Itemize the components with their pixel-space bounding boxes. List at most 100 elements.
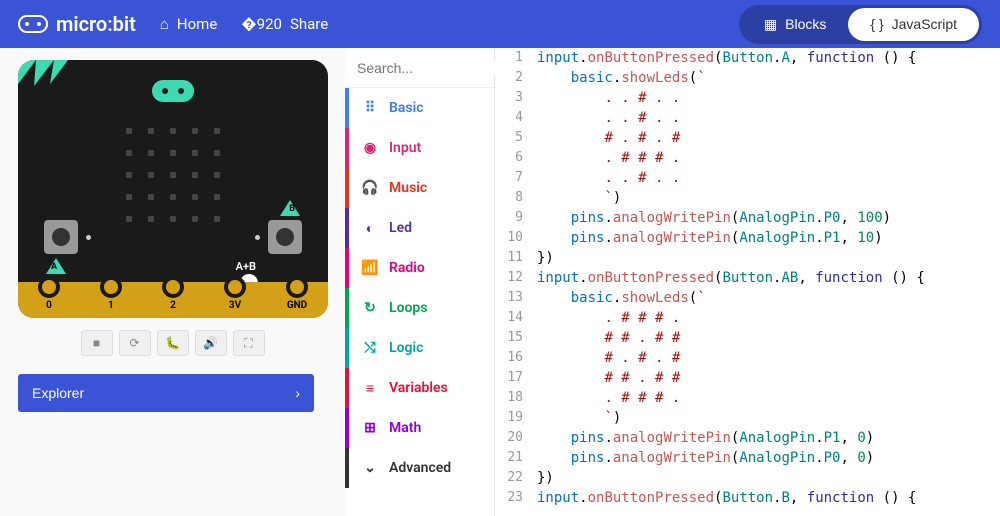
line-number: 20 (495, 428, 531, 448)
explorer-button[interactable]: Explorer › (18, 374, 314, 412)
line-number: 8 (495, 188, 531, 208)
pin-0[interactable]: 0 (38, 284, 60, 311)
code-line[interactable]: 11}) (495, 248, 1000, 268)
category-advanced[interactable]: ⌄ Advanced (345, 448, 494, 488)
category-icon: ⤭ (361, 340, 379, 356)
line-number: 1 (495, 48, 531, 68)
code-line[interactable]: 8 `) (495, 188, 1000, 208)
button-a[interactable] (44, 220, 78, 254)
category-music[interactable]: 🎧Music (345, 168, 494, 208)
category-label: Radio (389, 260, 425, 276)
line-content: `) (531, 188, 621, 208)
js-icon: { } (870, 16, 883, 32)
pin-3V[interactable]: 3V (224, 284, 246, 311)
category-label: Music (389, 180, 427, 196)
code-line[interactable]: 10 pins.analogWritePin(AnalogPin.P1, 10) (495, 228, 1000, 248)
category-label: Led (389, 220, 412, 236)
line-number: 15 (495, 328, 531, 348)
category-math[interactable]: ⊞Math (345, 408, 494, 448)
code-line[interactable]: 4 . . # . . (495, 108, 1000, 128)
code-line[interactable]: 3 . . # . . (495, 88, 1000, 108)
code-line[interactable]: 14 . # # # . (495, 308, 1000, 328)
button-b[interactable] (268, 220, 302, 254)
code-editor[interactable]: 1input.onButtonPressed(Button.A, functio… (495, 48, 1000, 516)
category-label: Math (389, 420, 421, 436)
line-number: 16 (495, 348, 531, 368)
code-line[interactable]: 13 basic.showLeds(` (495, 288, 1000, 308)
line-number: 12 (495, 268, 531, 288)
pin-GND[interactable]: GND (286, 284, 308, 311)
code-line[interactable]: 1input.onButtonPressed(Button.A, functio… (495, 48, 1000, 68)
category-label: Advanced (389, 460, 451, 476)
code-line[interactable]: 12input.onButtonPressed(Button.AB, funct… (495, 268, 1000, 288)
category-input[interactable]: ◉Input (345, 128, 494, 168)
category-logic[interactable]: ⤭ Logic (345, 328, 494, 368)
fullscreen-button[interactable]: ⛶ (233, 330, 265, 356)
line-content: # . # . # (531, 128, 680, 148)
logo[interactable]: micro:bit (18, 12, 136, 36)
code-line[interactable]: 16 # . # . # (495, 348, 1000, 368)
share-nav[interactable]: �920 Share (241, 15, 328, 33)
main: A B A+B 0123VGND ■ ⟳ 🐛 🔊 ⛶ Explorer › 🔍 … (0, 48, 1000, 516)
pin-2[interactable]: 2 (162, 284, 184, 311)
code-line[interactable]: 7 . . # . . (495, 168, 1000, 188)
line-content: . # # # . (531, 388, 680, 408)
code-line[interactable]: 19 `) (495, 408, 1000, 428)
code-line[interactable]: 17 # # . # # (495, 368, 1000, 388)
line-number: 9 (495, 208, 531, 228)
code-line[interactable]: 22}) (495, 468, 1000, 488)
share-icon: �920 (241, 15, 282, 33)
label-a: A (51, 262, 57, 272)
category-icon: ⌄ (361, 460, 379, 476)
blocks-label: Blocks (785, 16, 826, 32)
category-label: Loops (389, 300, 428, 316)
line-number: 7 (495, 168, 531, 188)
search-box: 🔍 (345, 48, 494, 88)
line-number: 14 (495, 308, 531, 328)
line-content: # # . # # (531, 368, 680, 388)
line-content: pins.analogWritePin(AnalogPin.P1, 0) (531, 428, 874, 448)
line-content: . # # # . (531, 148, 680, 168)
category-radio[interactable]: 📶 Radio (345, 248, 494, 288)
javascript-toggle[interactable]: { } JavaScript (848, 8, 979, 41)
label-b: B (289, 204, 295, 214)
category-led[interactable]: ◐Led (345, 208, 494, 248)
line-number: 22 (495, 468, 531, 488)
category-label: Logic (389, 340, 423, 356)
category-icon: 📶 (361, 260, 379, 276)
code-line[interactable]: 20 pins.analogWritePin(AnalogPin.P1, 0) (495, 428, 1000, 448)
line-content: . . # . . (531, 108, 680, 128)
category-label: Input (389, 140, 421, 156)
debug-button[interactable]: 🐛 (157, 330, 189, 356)
code-line[interactable]: 6 . # # # . (495, 148, 1000, 168)
header: micro:bit ⌂ Home �920 Share ▦ Blocks { }… (0, 0, 1000, 48)
category-label: Variables (389, 380, 448, 396)
led-matrix[interactable] (126, 128, 220, 222)
line-content: }) (531, 468, 554, 488)
code-line[interactable]: 5 # . # . # (495, 128, 1000, 148)
chevron-right-icon: › (295, 385, 300, 401)
home-icon: ⌂ (160, 15, 169, 33)
logo-icon (18, 15, 48, 33)
pin-1[interactable]: 1 (100, 284, 122, 311)
ab-label: A+B (236, 260, 256, 273)
sim-controls: ■ ⟳ 🐛 🔊 ⛶ (18, 330, 327, 356)
refresh-button[interactable]: ⟳ (119, 330, 151, 356)
code-line[interactable]: 2 basic.showLeds(` (495, 68, 1000, 88)
category-variables[interactable]: ≡Variables (345, 368, 494, 408)
line-number: 18 (495, 388, 531, 408)
blocks-toggle[interactable]: ▦ Blocks (742, 8, 848, 41)
category-loops[interactable]: ↻Loops (345, 288, 494, 328)
code-line[interactable]: 9 pins.analogWritePin(AnalogPin.P0, 100) (495, 208, 1000, 228)
code-line[interactable]: 15 # # . # # (495, 328, 1000, 348)
explorer-label: Explorer (32, 385, 84, 401)
code-line[interactable]: 21 pins.analogWritePin(AnalogPin.P0, 0) (495, 448, 1000, 468)
code-line[interactable]: 23input.onButtonPressed(Button.B, functi… (495, 488, 1000, 508)
microbit-simulator[interactable]: A B A+B 0 1 2 3V GND (18, 60, 328, 318)
stop-button[interactable]: ■ (81, 330, 113, 356)
js-label: JavaScript (892, 16, 957, 32)
home-nav[interactable]: ⌂ Home (160, 15, 217, 33)
code-line[interactable]: 18 . # # # . (495, 388, 1000, 408)
sound-button[interactable]: 🔊 (195, 330, 227, 356)
category-basic[interactable]: ⠿Basic (345, 88, 494, 128)
